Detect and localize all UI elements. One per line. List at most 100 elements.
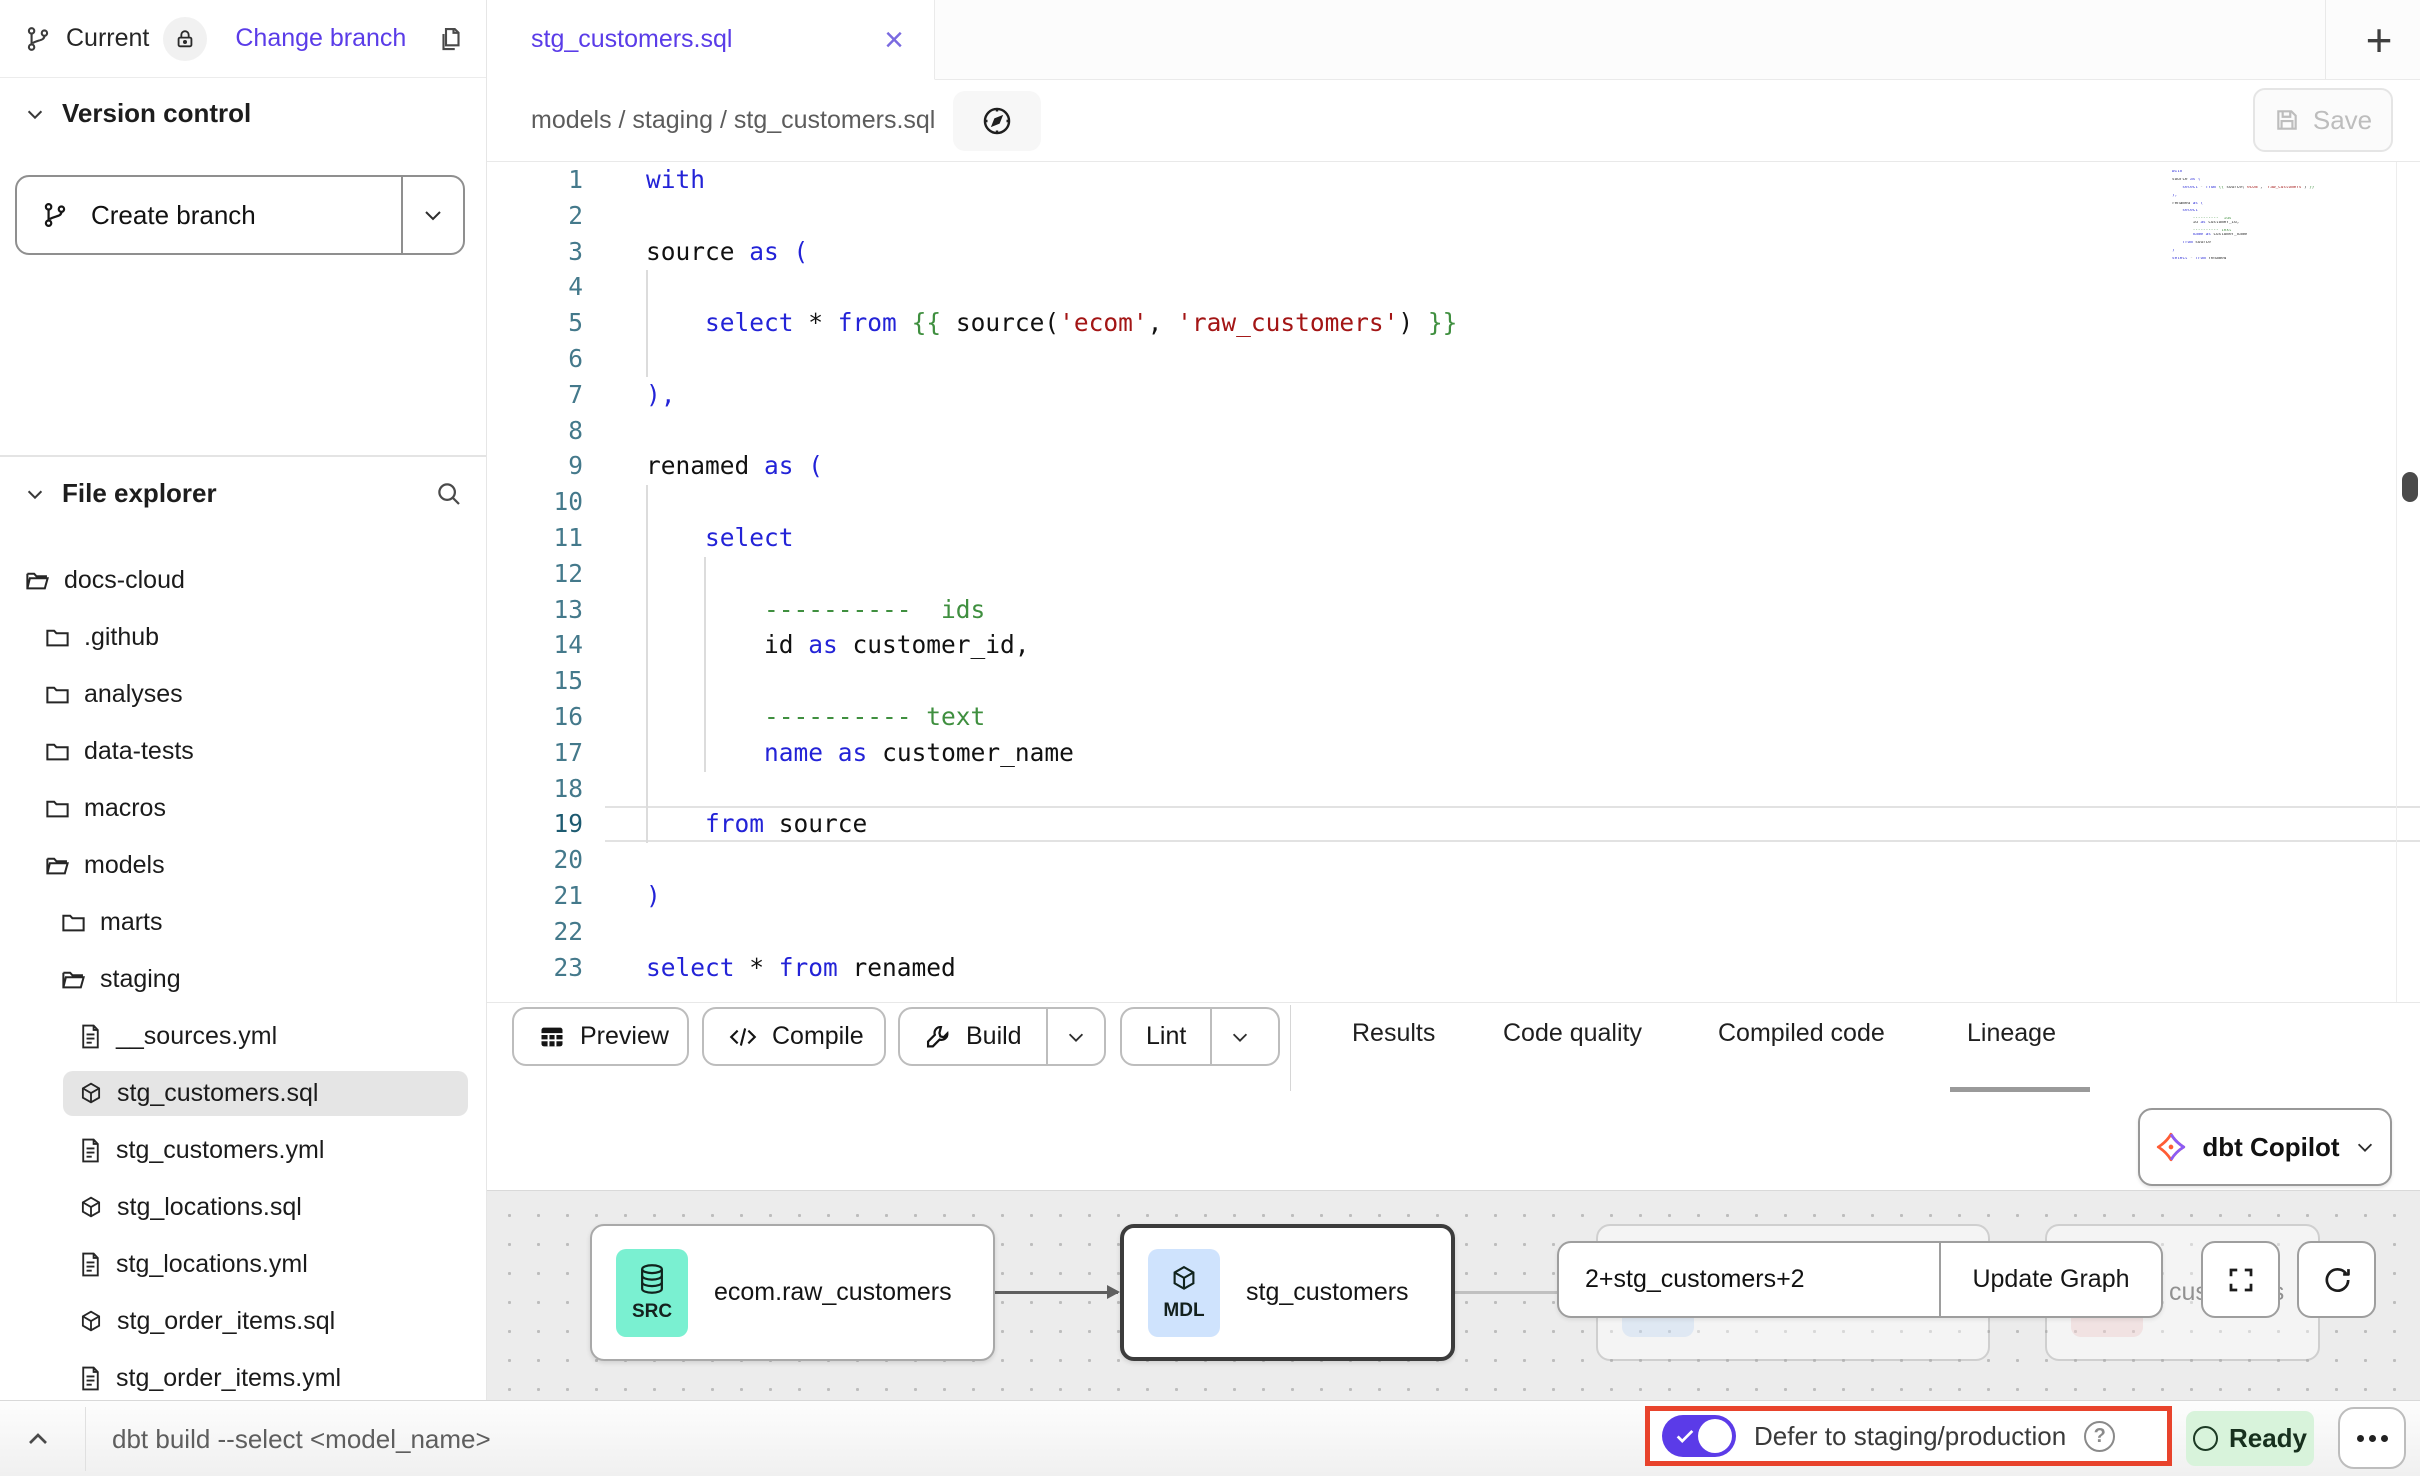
code-text: name as customer_name bbox=[605, 735, 2420, 771]
cube-icon bbox=[1169, 1264, 1199, 1294]
code-token: * bbox=[735, 953, 779, 982]
code-line[interactable]: 17 name as customer_name bbox=[487, 735, 2420, 771]
code-line[interactable]: 10 bbox=[487, 484, 2420, 520]
code-editor[interactable]: 1with23source as (45 select * from {{ so… bbox=[487, 162, 2420, 1002]
tab-compiled-code[interactable]: Compiled code bbox=[1718, 1019, 1885, 1048]
tree-item-label: .github bbox=[84, 623, 159, 652]
model-icon bbox=[78, 1309, 104, 1335]
lint-button[interactable]: Lint bbox=[1120, 1007, 1280, 1066]
code-line[interactable]: 1with bbox=[487, 162, 2420, 198]
file-explorer-title: File explorer bbox=[62, 478, 217, 509]
code-line[interactable]: 4 bbox=[487, 269, 2420, 305]
code-token: ), bbox=[2172, 194, 2177, 198]
chevron-up-icon[interactable] bbox=[22, 1423, 54, 1455]
tree-item[interactable]: .github bbox=[0, 609, 486, 666]
code-line[interactable]: 22 bbox=[487, 914, 2420, 950]
preview-button[interactable]: Preview bbox=[512, 1007, 689, 1066]
tree-item[interactable]: data-tests bbox=[0, 723, 486, 780]
tree-item[interactable]: marts bbox=[0, 894, 486, 951]
copy-icon[interactable] bbox=[436, 24, 466, 54]
code-token bbox=[2172, 209, 2182, 213]
defer-toggle[interactable] bbox=[1662, 1415, 1736, 1457]
new-tab-button[interactable]: + bbox=[2339, 0, 2419, 79]
lint-main[interactable]: Lint bbox=[1122, 1009, 1210, 1064]
tab-code-quality[interactable]: Code quality bbox=[1503, 1019, 1642, 1048]
tab-stg-customers-sql[interactable]: stg_customers.sql × bbox=[487, 0, 935, 80]
save-button[interactable]: Save bbox=[2253, 88, 2393, 152]
close-icon[interactable]: × bbox=[884, 23, 904, 57]
compile-button[interactable]: Compile bbox=[702, 1007, 886, 1066]
search-icon[interactable] bbox=[434, 479, 464, 509]
tab-lineage[interactable]: Lineage bbox=[1967, 1019, 2056, 1048]
tree-item[interactable]: docs-cloud bbox=[0, 552, 486, 609]
build-button[interactable]: Build bbox=[898, 1007, 1106, 1066]
tree-item[interactable]: stg_locations.yml bbox=[0, 1236, 486, 1293]
lineage-node-source[interactable]: SRC ecom.raw_customers bbox=[590, 1224, 995, 1361]
code-lines: 1with23source as (45 select * from {{ so… bbox=[487, 162, 2420, 985]
code-token: ) bbox=[1398, 308, 1428, 337]
code-line[interactable]: 13 ---------- ids bbox=[487, 592, 2420, 628]
file-explorer-header[interactable]: File explorer bbox=[24, 478, 464, 509]
file-icon bbox=[78, 1023, 103, 1050]
code-text bbox=[605, 341, 2420, 377]
code-line[interactable]: 16 ---------- text bbox=[487, 699, 2420, 735]
fullscreen-button[interactable] bbox=[2201, 1241, 2280, 1318]
tree-item[interactable]: staging bbox=[0, 951, 486, 1008]
code-token: ( bbox=[808, 451, 823, 480]
command-input[interactable]: dbt build --select <model_name> bbox=[112, 1401, 491, 1477]
create-branch-main[interactable]: Create branch bbox=[17, 177, 403, 253]
code-line[interactable]: 6 bbox=[487, 341, 2420, 377]
build-dropdown[interactable] bbox=[1046, 1009, 1104, 1064]
tree-item[interactable]: __sources.yml bbox=[0, 1008, 486, 1065]
code-line[interactable]: 18 bbox=[487, 771, 2420, 807]
code-text: ---------- ids bbox=[605, 592, 2420, 628]
code-token: as bbox=[838, 738, 868, 767]
tree-item[interactable]: stg_order_items.yml bbox=[0, 1350, 486, 1407]
code-line[interactable]: 5 select * from {{ source('ecom', 'raw_c… bbox=[487, 305, 2420, 341]
copilot-compass-icon[interactable] bbox=[953, 91, 1041, 151]
more-options-button[interactable] bbox=[2338, 1407, 2406, 1469]
version-control-section-header[interactable]: Version control bbox=[24, 98, 251, 129]
lint-dropdown[interactable] bbox=[1210, 1009, 1268, 1064]
dbt-copilot-button[interactable]: dbt Copilot bbox=[2138, 1108, 2392, 1186]
tree-item[interactable]: stg_order_items.sql bbox=[0, 1293, 486, 1350]
code-line[interactable]: 9renamed as ( bbox=[487, 448, 2420, 484]
code-line[interactable]: 15 bbox=[487, 663, 2420, 699]
code-line[interactable]: 19 from source bbox=[487, 806, 2420, 842]
indent-guide bbox=[704, 557, 706, 772]
code-line[interactable]: 3source as ( bbox=[487, 234, 2420, 270]
indent-guide bbox=[646, 270, 648, 377]
line-number: 1 bbox=[487, 162, 597, 198]
code-token bbox=[794, 451, 809, 480]
build-main[interactable]: Build bbox=[900, 1009, 1046, 1064]
change-branch-link[interactable]: Change branch bbox=[235, 24, 406, 53]
lineage-panel[interactable]: SRC ecom.raw_customers MDL stg_customers… bbox=[487, 1190, 2420, 1400]
update-graph-button[interactable]: Update Graph bbox=[1941, 1243, 2161, 1316]
code-line[interactable]: 2 bbox=[487, 198, 2420, 234]
tree-item[interactable]: stg_customers.sql bbox=[0, 1065, 486, 1122]
code-line[interactable]: 21) bbox=[487, 878, 2420, 914]
create-branch-dropdown[interactable] bbox=[403, 177, 463, 253]
lineage-selector-input[interactable]: 2+stg_customers+2 bbox=[1559, 1243, 1941, 1316]
lineage-node-stg-customers[interactable]: MDL stg_customers bbox=[1120, 1224, 1455, 1361]
tab-results[interactable]: Results bbox=[1352, 1019, 1435, 1048]
refresh-button[interactable] bbox=[2297, 1241, 2376, 1318]
minimap[interactable]: withsource as ( select * from {{ source(… bbox=[2172, 170, 2387, 261]
code-line[interactable]: 14 id as customer_id, bbox=[487, 627, 2420, 663]
tree-item[interactable]: stg_locations.sql bbox=[0, 1179, 486, 1236]
tree-item-label: analyses bbox=[84, 680, 183, 709]
code-line[interactable]: 11 select bbox=[487, 520, 2420, 556]
code-line[interactable]: 7), bbox=[487, 377, 2420, 413]
tree-item[interactable]: stg_customers.yml bbox=[0, 1122, 486, 1179]
code-line[interactable]: 20 bbox=[487, 842, 2420, 878]
scrollbar-thumb[interactable] bbox=[2402, 472, 2418, 502]
code-line[interactable]: 8 bbox=[487, 413, 2420, 449]
tree-item[interactable]: models bbox=[0, 837, 486, 894]
code-line[interactable]: 12 bbox=[487, 556, 2420, 592]
code-token: renamed bbox=[2206, 257, 2227, 261]
tree-item[interactable]: analyses bbox=[0, 666, 486, 723]
create-branch-button[interactable]: Create branch bbox=[15, 175, 465, 255]
tree-item[interactable]: macros bbox=[0, 780, 486, 837]
help-icon[interactable]: ? bbox=[2084, 1421, 2115, 1452]
code-line[interactable]: 23select * from renamed bbox=[487, 950, 2420, 986]
